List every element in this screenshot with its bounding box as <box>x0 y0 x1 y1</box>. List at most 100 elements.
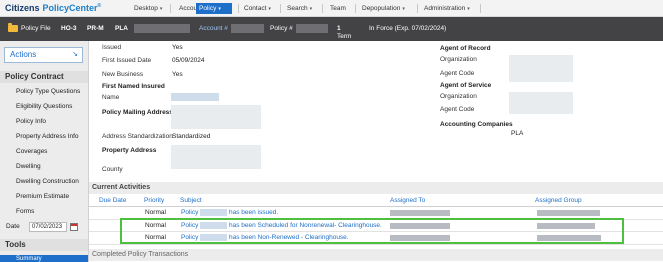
col-assigned-group[interactable]: Assigned Group <box>535 197 582 204</box>
policy-file-link[interactable]: Policy File <box>21 25 51 32</box>
product-name-text: PolicyCenter <box>42 3 98 13</box>
nav-contact-label: Contact <box>244 5 267 12</box>
nav-contact[interactable]: Contact ▾ <box>241 3 274 14</box>
property-address-label: Property Address <box>102 147 157 154</box>
accounting-company-value: PLA <box>511 130 524 137</box>
col-subject[interactable]: Subject <box>180 197 202 204</box>
chevron-down-icon[interactable]: ▾ <box>160 6 163 12</box>
brand-name: Citizens <box>5 3 40 13</box>
policy-contract-header[interactable]: Policy Contract <box>0 71 88 83</box>
highlight-box <box>120 218 624 244</box>
sidebar-item-dwelling[interactable]: Dwelling <box>16 163 41 170</box>
completed-transactions-title: Completed Policy Transactions <box>89 249 663 261</box>
actions-button[interactable]: Actions ↘ <box>4 47 83 63</box>
redacted-row1-policy[interactable] <box>200 209 227 216</box>
agent-of-service-label: Agent of Service <box>440 82 492 89</box>
term-value: 1 <box>337 25 341 32</box>
current-activities-title: Current Activities <box>89 182 663 194</box>
main-content: Issued Yes First Issued Date 05/09/2024 … <box>89 41 663 262</box>
redacted-property-address <box>171 145 261 169</box>
organization-2-label: Organization <box>440 93 477 100</box>
col-due-date[interactable]: Due Date <box>99 197 126 204</box>
header-divider <box>89 206 663 207</box>
first-named-insured-label: First Named Insured <box>102 83 165 90</box>
redacted-account-number <box>231 24 264 33</box>
nav-divider <box>417 4 418 13</box>
agent-of-record-label: Agent of Record <box>440 45 491 52</box>
sidebar-item-summary[interactable] <box>0 255 88 262</box>
redacted-insured-name[interactable] <box>171 93 219 101</box>
folder-icon <box>8 23 18 32</box>
nav-search[interactable]: Search ▾ <box>284 3 315 14</box>
brand-logo: Citizens PolicyCenter® <box>5 3 101 13</box>
nav-divider <box>355 4 356 13</box>
sidebar-item-premium-estimate[interactable]: Premium Estimate <box>16 193 69 200</box>
redacted-mailing-address <box>171 105 261 129</box>
policy-number-label: Policy # <box>270 25 293 32</box>
calendar-icon[interactable] <box>70 223 78 231</box>
tools-header[interactable]: Tools <box>0 239 88 251</box>
nav-policy-tab[interactable]: Policy ▾ <box>196 3 232 14</box>
row1-subject-prefix[interactable]: Policy <box>181 209 198 216</box>
row1-subject-suffix[interactable]: has been issued. <box>229 209 278 216</box>
nav-depopulation-label: Depopulation <box>362 5 401 12</box>
chevron-down-icon[interactable]: ▾ <box>402 6 405 12</box>
top-navigation-bar: CitizensPolicyCenter® Desktop▾ Account▾ … <box>0 0 663 17</box>
chevron-down-icon[interactable]: ▾ <box>467 6 470 12</box>
sidebar-item-dwelling-construction[interactable]: Dwelling Construction <box>16 178 79 185</box>
col-priority[interactable]: Priority <box>144 197 164 204</box>
nav-administration[interactable]: Administration ▾ <box>421 3 473 14</box>
nav-team[interactable]: Team <box>327 3 349 14</box>
nav-administration-label: Administration <box>424 5 466 12</box>
date-input[interactable]: 07/02/2023 <box>29 222 67 232</box>
policy-info-bar: Policy File HO-3 PR-M PLA Account # Poli… <box>0 17 663 41</box>
redacted-agent-of-record <box>509 55 573 82</box>
nav-divider <box>280 4 281 13</box>
row-divider <box>89 244 663 245</box>
name-label: Name <box>102 94 120 101</box>
chevron-down-icon[interactable]: ▾ <box>310 6 313 12</box>
chevron-down-icon[interactable]: ▾ <box>218 6 221 12</box>
term-label: Term 1 <box>337 25 351 40</box>
sidebar-item-policy-type-questions[interactable]: Policy Type Questions <box>16 88 80 95</box>
accounting-companies-label: Accounting Companies <box>440 121 513 128</box>
nav-policy-label: Policy <box>199 5 217 12</box>
product-name: PolicyCenter® <box>43 3 102 13</box>
nav-divider <box>480 4 481 13</box>
nav-divider <box>170 4 171 13</box>
policy-program: PR-M <box>87 25 104 32</box>
redacted-policy-number <box>296 24 328 33</box>
date-label: Date <box>6 223 20 230</box>
nav-divider <box>322 4 323 13</box>
mailing-address-label: Policy Mailing Address <box>102 109 173 116</box>
sidebar-item-coverages[interactable]: Coverages <box>16 148 47 155</box>
account-number-link[interactable]: Account # <box>199 25 228 32</box>
nav-search-label: Search <box>287 5 308 12</box>
issued-label: Issued <box>102 44 122 51</box>
policy-form: HO-3 <box>61 25 77 32</box>
nav-desktop[interactable]: Desktop ▾ <box>131 3 165 14</box>
redacted-row1-assigned-to <box>390 210 450 216</box>
new-business-value: Yes <box>172 71 183 78</box>
redacted-account-name <box>134 24 190 33</box>
agent-code-2-label: Agent Code <box>440 106 475 113</box>
sidebar-item-forms[interactable]: Forms <box>16 208 34 215</box>
sidebar-item-eligibility-questions[interactable]: Eligibility Questions <box>16 103 72 110</box>
chevron-down-icon[interactable]: ▾ <box>268 6 271 12</box>
sidebar-item-policy-info[interactable]: Policy Info <box>16 118 46 125</box>
issued-value: Yes <box>172 44 183 51</box>
first-issued-label: First Issued Date <box>102 57 152 64</box>
redacted-row1-assigned-group <box>537 210 600 216</box>
county-label: County <box>102 166 123 173</box>
col-assigned-to[interactable]: Assigned To <box>390 197 425 204</box>
arrow-icon: ↘ <box>72 51 78 58</box>
nav-divider <box>238 4 239 13</box>
sidebar-item-property-address-info[interactable]: Property Address Info <box>16 133 79 140</box>
nav-depopulation[interactable]: Depopulation ▾ <box>359 3 408 14</box>
sidebar: Actions ↘ Policy Contract Policy Type Que… <box>0 41 89 262</box>
actions-label: Actions <box>10 50 37 59</box>
address-standardization-value: Standardized <box>172 133 211 140</box>
row1-priority: Normal <box>145 209 166 216</box>
sidebar-item-summary-label: Summary <box>16 256 42 262</box>
nav-team-label: Team <box>330 5 346 12</box>
